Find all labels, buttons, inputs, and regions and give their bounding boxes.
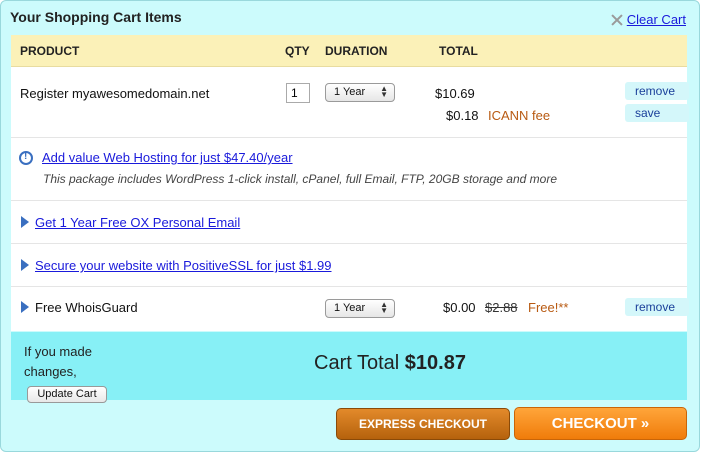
icann-fee-amount: $0.18	[446, 108, 479, 123]
clear-cart-link[interactable]: Clear Cart	[627, 12, 686, 27]
remove-button[interactable]: remove	[625, 298, 689, 316]
quantity-field[interactable]	[286, 83, 310, 103]
duration-select[interactable]: 1 Year ▲ ▼	[325, 83, 395, 102]
duration-value: 1 Year	[334, 86, 366, 98]
product-name: Free WhoisGuard	[35, 300, 138, 315]
checkout-button[interactable]: CHECKOUT »	[514, 407, 687, 440]
close-icon[interactable]	[610, 13, 624, 27]
cart-title: Your Shopping Cart Items	[10, 9, 182, 25]
cart-footer: If you made changes, Update Cart Cart To…	[11, 332, 687, 403]
info-icon	[19, 151, 33, 165]
ssl-offer-link[interactable]: Secure your website with PositiveSSL for…	[35, 258, 332, 273]
chevron-updown-icon: ▲ ▼	[380, 300, 388, 315]
expand-triangle-icon[interactable]	[21, 301, 29, 313]
original-price: $2.88	[485, 300, 518, 315]
save-button[interactable]: save	[625, 104, 689, 122]
cart-total: Cart Total $10.87	[314, 352, 466, 375]
chevron-updown-icon: ▲ ▼	[380, 84, 388, 99]
expand-triangle-icon[interactable]	[21, 216, 29, 228]
column-header-qty: QTY	[285, 44, 310, 58]
column-header-duration: DURATION	[325, 44, 388, 58]
row-divider	[11, 243, 687, 244]
column-header-total: TOTAL	[439, 44, 478, 58]
product-name: Register myawesomedomain.net	[20, 86, 210, 101]
table-header: PRODUCT QTY DURATION TOTAL	[11, 35, 687, 67]
duration-select[interactable]: 1 Year ▲ ▼	[325, 299, 395, 318]
item-price: $10.69	[435, 86, 475, 101]
duration-value: 1 Year	[334, 302, 366, 314]
expand-triangle-icon[interactable]	[21, 259, 29, 271]
changes-hint: If you made changes,	[24, 344, 92, 379]
express-checkout-button[interactable]: EXPRESS CHECKOUT	[336, 408, 510, 440]
remove-button[interactable]: remove	[625, 82, 689, 100]
item-price: $0.00	[443, 300, 476, 315]
row-divider	[11, 286, 687, 287]
free-label: Free!**	[528, 300, 569, 315]
clear-cart-control[interactable]: Clear Cart	[610, 12, 686, 27]
row-divider	[11, 200, 687, 201]
cart-table: PRODUCT QTY DURATION TOTAL Register myaw…	[11, 35, 689, 331]
icann-fee-label: ICANN fee	[488, 108, 551, 123]
email-offer-link[interactable]: Get 1 Year Free OX Personal Email	[35, 215, 240, 230]
hosting-offer-link[interactable]: Add value Web Hosting for just $47.40/ye…	[42, 150, 293, 165]
cart-total-value: $10.87	[404, 352, 466, 374]
column-header-product: PRODUCT	[20, 44, 80, 58]
update-cart-button[interactable]: Update Cart	[27, 386, 107, 403]
row-divider	[11, 137, 687, 138]
cart-total-label: Cart Total	[314, 352, 400, 374]
hosting-offer-description: This package includes WordPress 1-click …	[43, 172, 557, 186]
